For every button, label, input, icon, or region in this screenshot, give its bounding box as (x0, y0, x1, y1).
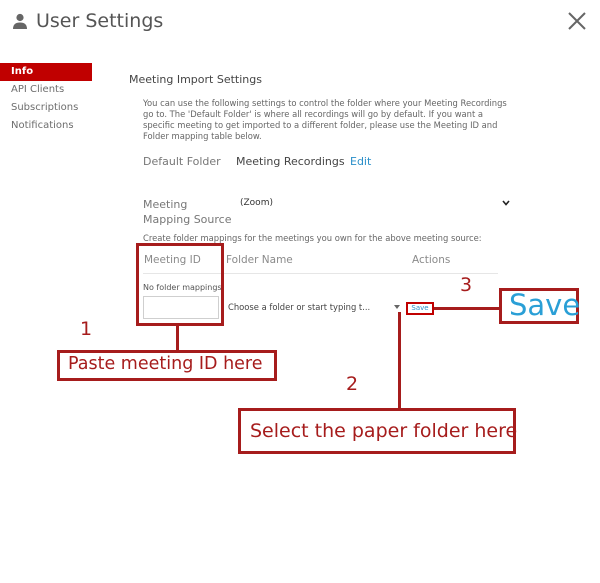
annotation-meeting-id-box (136, 243, 224, 326)
annotation-paste-box: Paste meeting ID here (57, 350, 277, 381)
annotation-step-3: 3 (460, 274, 473, 296)
dialog-header: User Settings (0, 0, 600, 48)
chevron-down-icon (502, 200, 510, 206)
section-title: Meeting Import Settings (129, 73, 262, 86)
annotation-select-box: Select the paper folder here (238, 408, 518, 454)
save-mapping-button[interactable]: Save (406, 302, 434, 315)
annotation-connector-1 (176, 325, 179, 351)
annotation-step-1: 1 (80, 318, 93, 340)
close-icon[interactable] (566, 10, 588, 32)
sidebar-item-api-clients[interactable]: API Clients (0, 81, 92, 99)
edit-default-folder-link[interactable]: Edit (350, 155, 371, 168)
annotation-save-box: Save (499, 288, 581, 324)
column-header-folder-name: Folder Name (226, 254, 293, 266)
dropdown-arrow-icon (394, 305, 400, 309)
annotation-step-2: 2 (346, 373, 359, 395)
dialog-title: User Settings (36, 10, 164, 32)
annotation-paste-text: Paste meeting ID here (68, 354, 263, 374)
section-description: You can use the following settings to co… (143, 98, 507, 141)
mapping-source-label: Meeting Mapping Source (143, 198, 232, 226)
sidebar-item-notifications[interactable]: Notifications (0, 117, 92, 135)
folder-select-placeholder: Choose a folder or start typing t... (228, 302, 371, 312)
default-folder-label: Default Folder (143, 155, 221, 168)
column-header-actions: Actions (412, 254, 451, 266)
annotation-save-text: Save (509, 288, 581, 322)
annotation-connector-3 (434, 307, 499, 310)
annotation-select-text: Select the paper folder here (250, 420, 518, 442)
create-mappings-text: Create folder mappings for the meetings … (143, 233, 482, 243)
default-folder-value: Meeting Recordings (236, 155, 345, 168)
user-icon (13, 13, 27, 29)
annotation-connector-2 (398, 312, 401, 409)
mapping-source-value: (Zoom) (240, 198, 273, 208)
sidebar-item-info[interactable]: Info (0, 63, 92, 81)
folder-select-input[interactable]: Choose a folder or start typing t... (223, 300, 401, 316)
sidebar-item-subscriptions[interactable]: Subscriptions (0, 99, 92, 117)
mapping-source-select[interactable]: (Zoom) (236, 196, 516, 212)
settings-sidebar: Info API Clients Subscriptions Notificat… (0, 63, 92, 135)
